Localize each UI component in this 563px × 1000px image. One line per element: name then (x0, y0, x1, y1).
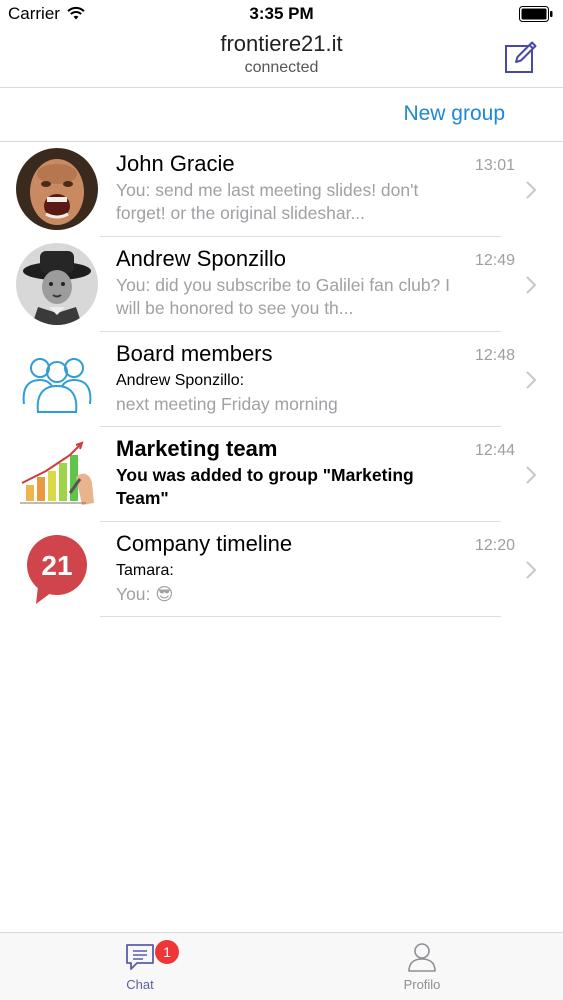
tab-bar: 1 Chat Profilo (0, 932, 563, 1000)
chat-preview: You: 😎 (116, 584, 174, 604)
chevron-right-icon (526, 561, 537, 579)
avatar (16, 243, 98, 325)
status-bar: Carrier 3:35 PM (0, 0, 563, 30)
chat-time: 12:49 (474, 252, 515, 269)
battery-icon (519, 6, 553, 22)
chat-preview: next meeting Friday morning (116, 394, 338, 414)
unread-badge: 1 (155, 940, 179, 964)
chat-name: John Gracie (116, 151, 235, 176)
chat-time: 13:01 (474, 157, 515, 174)
chat-name: Board members (116, 341, 273, 366)
compose-icon[interactable] (503, 39, 539, 75)
avatar (16, 148, 98, 230)
tab-label: Profilo (403, 977, 441, 992)
chat-row-john-gracie[interactable]: John Gracie 13:01 You: send me last meet… (0, 142, 563, 237)
new-group-button[interactable]: New group (403, 102, 505, 126)
chat-preview: You: send me last meeting slides! don't … (116, 180, 419, 223)
chat-time: 12:48 (474, 347, 515, 364)
chevron-right-icon (526, 181, 537, 199)
speech-bubble-21-icon: 21 (27, 535, 87, 604)
chat-name: Andrew Sponzillo (116, 246, 286, 271)
tab-label: Chat (126, 977, 154, 992)
avatar-label: 21 (41, 550, 72, 581)
tab-chat[interactable]: 1 Chat (80, 940, 200, 997)
chat-preview: You: did you subscribe to Galilei fan cl… (116, 275, 451, 318)
chat-name: Marketing team (116, 436, 278, 461)
connection-status: connected (244, 59, 319, 76)
chevron-right-icon (526, 371, 537, 389)
nav-header: frontiere21.it connected (0, 30, 563, 88)
chat-row-andrew-sponzillo[interactable]: Andrew Sponzillo 12:49 You: did you subs… (0, 237, 563, 332)
chat-sender: Andrew Sponzillo: (116, 372, 245, 389)
chevron-right-icon (526, 466, 537, 484)
group-icon (22, 358, 92, 413)
chat-row-board-members[interactable]: Board members 12:48 Andrew Sponzillo: ne… (0, 332, 563, 427)
chart-drawing-icon (16, 433, 98, 515)
page-title: frontiere21.it (220, 31, 343, 56)
chat-time: 12:20 (474, 537, 515, 554)
row-divider (100, 616, 501, 617)
clock: 3:35 PM (249, 4, 314, 23)
chat-preview: You was added to group "Marketing Team" (116, 465, 414, 508)
chat-list: John Gracie 13:01 You: send me last meet… (0, 142, 563, 617)
chat-sender: Tamara: (116, 562, 174, 579)
person-icon (408, 943, 436, 972)
chevron-right-icon (526, 276, 537, 294)
tab-profile[interactable]: Profilo (362, 941, 482, 997)
chat-bubble-icon (126, 944, 154, 970)
chat-row-marketing-team[interactable]: Marketing team 12:44 You was added to gr… (0, 427, 563, 522)
chat-row-company-timeline[interactable]: 21 Company timeline 12:20 Tamara: You: 😎 (0, 522, 563, 617)
new-group-bar: New group (0, 88, 563, 142)
chat-name: Company timeline (116, 531, 293, 556)
chat-time: 12:44 (474, 442, 515, 459)
